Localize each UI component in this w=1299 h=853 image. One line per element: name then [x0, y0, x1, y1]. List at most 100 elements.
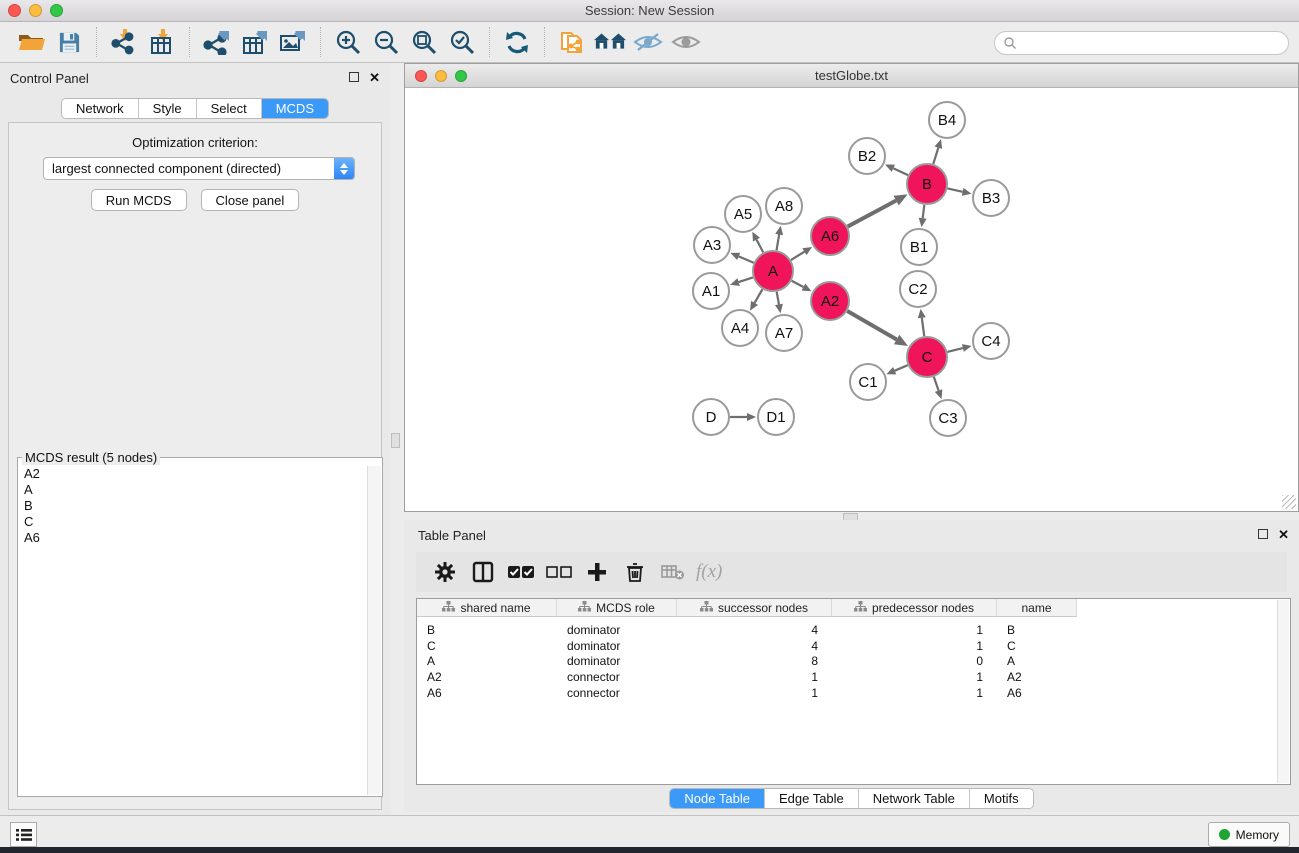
- table-cell[interactable]: C: [997, 639, 1077, 655]
- column-header-predecessor-nodes[interactable]: predecessor nodes: [832, 599, 997, 617]
- show-graphics-details-icon[interactable]: [670, 26, 702, 58]
- table-row[interactable]: Cdominator41C: [417, 639, 1276, 655]
- home-icon[interactable]: [594, 26, 626, 58]
- network-minimize-button[interactable]: [435, 70, 447, 82]
- edge-A-A4[interactable]: [755, 289, 763, 303]
- table-cell[interactable]: A2: [417, 670, 557, 686]
- resize-grip-icon[interactable]: [1282, 495, 1296, 509]
- node-table[interactable]: shared nameMCDS rolesuccessor nodesprede…: [416, 598, 1291, 785]
- table-float-panel-icon[interactable]: [1258, 528, 1268, 542]
- zoom-selected-icon[interactable]: [446, 26, 478, 58]
- network-window-titlebar[interactable]: testGlobe.txt: [405, 64, 1298, 88]
- import-network-icon[interactable]: [108, 26, 140, 58]
- mcds-result-item[interactable]: C: [20, 514, 366, 530]
- column-header-successor-nodes[interactable]: successor nodes: [677, 599, 832, 617]
- edge-A-A8[interactable]: [777, 235, 780, 251]
- split-columns-icon[interactable]: [468, 557, 498, 587]
- refresh-icon[interactable]: [501, 26, 533, 58]
- table-cell[interactable]: 0: [832, 654, 997, 670]
- tab-select[interactable]: Select: [197, 99, 262, 118]
- column-header-MCDS-role[interactable]: MCDS role: [557, 599, 677, 617]
- tab-network[interactable]: Network: [62, 99, 139, 118]
- edge-B-B2[interactable]: [893, 168, 908, 175]
- edge-C-C1[interactable]: [895, 365, 908, 370]
- edge-C-C4[interactable]: [947, 348, 962, 352]
- mcds-result-item[interactable]: A2: [20, 466, 366, 482]
- network-canvas[interactable]: B4B2BB3A8A5A6A3B1AC2A1A2A4A7C4CC1C3DD1: [406, 88, 1297, 510]
- hide-graphics-details-icon[interactable]: [632, 26, 664, 58]
- network-zoom-button[interactable]: [455, 70, 467, 82]
- export-network-icon[interactable]: [201, 26, 233, 58]
- edge-C-C2[interactable]: [922, 318, 924, 336]
- tab-edge-table[interactable]: Edge Table: [765, 789, 859, 808]
- column-header-name[interactable]: name: [997, 599, 1077, 617]
- close-panel-icon[interactable]: ✕: [369, 70, 380, 86]
- table-cell[interactable]: 1: [832, 639, 997, 655]
- tab-network-table[interactable]: Network Table: [859, 789, 970, 808]
- table-cell[interactable]: connector: [557, 686, 677, 702]
- table-cell[interactable]: B: [997, 623, 1077, 639]
- mcds-result-item[interactable]: A: [20, 482, 366, 498]
- close-panel-button[interactable]: Close panel: [201, 189, 300, 211]
- float-panel-icon[interactable]: [349, 71, 359, 85]
- table-cell[interactable]: A: [417, 654, 557, 670]
- tab-mcds[interactable]: MCDS: [262, 99, 328, 118]
- show-panels-button[interactable]: [10, 822, 37, 847]
- result-scrollbar[interactable]: [367, 466, 381, 795]
- table-close-panel-icon[interactable]: ✕: [1278, 527, 1289, 543]
- zoom-out-icon[interactable]: [370, 26, 402, 58]
- edge-A-A3[interactable]: [739, 256, 754, 262]
- table-cell[interactable]: A: [997, 654, 1077, 670]
- zoom-window-button[interactable]: [50, 4, 63, 17]
- vertical-splitter-handle[interactable]: [391, 433, 400, 448]
- table-cell[interactable]: 1: [677, 670, 832, 686]
- network-close-button[interactable]: [415, 70, 427, 82]
- open-file-icon[interactable]: [15, 26, 47, 58]
- edge-A-A6[interactable]: [791, 252, 805, 260]
- table-cell[interactable]: B: [417, 623, 557, 639]
- table-cell[interactable]: A2: [997, 670, 1077, 686]
- edge-A-A5[interactable]: [757, 240, 764, 253]
- tab-style[interactable]: Style: [139, 99, 197, 118]
- export-image-icon[interactable]: [277, 26, 309, 58]
- table-cell[interactable]: 8: [677, 654, 832, 670]
- search-input[interactable]: [994, 31, 1289, 55]
- table-cell[interactable]: dominator: [557, 623, 677, 639]
- delete-column-icon[interactable]: [620, 557, 650, 587]
- table-cell[interactable]: dominator: [557, 654, 677, 670]
- window-controls[interactable]: [8, 4, 63, 17]
- mcds-result-list[interactable]: A2ABCA6: [20, 466, 366, 794]
- table-cell[interactable]: 4: [677, 623, 832, 639]
- settings-gear-icon[interactable]: [430, 557, 460, 587]
- table-cell[interactable]: 1: [677, 686, 832, 702]
- table-row[interactable]: A2connector11A2: [417, 670, 1276, 686]
- close-window-button[interactable]: [8, 4, 21, 17]
- edge-B-B1[interactable]: [923, 205, 925, 218]
- edge-A-A7[interactable]: [777, 292, 779, 305]
- table-row[interactable]: Adominator80A: [417, 654, 1276, 670]
- deselect-all-checkboxes-icon[interactable]: [544, 557, 574, 587]
- edge-B-B4[interactable]: [933, 148, 938, 164]
- table-cell[interactable]: A6: [997, 686, 1077, 702]
- tab-motifs[interactable]: Motifs: [970, 789, 1033, 808]
- table-scrollbar[interactable]: [1277, 600, 1289, 783]
- select-all-checkboxes-icon[interactable]: [506, 557, 536, 587]
- table-cell[interactable]: C: [417, 639, 557, 655]
- table-cell[interactable]: 1: [832, 670, 997, 686]
- table-row[interactable]: Bdominator41B: [417, 623, 1276, 639]
- edge-A2-C[interactable]: [847, 311, 896, 340]
- minimize-window-button[interactable]: [29, 4, 42, 17]
- add-column-icon[interactable]: [582, 557, 612, 587]
- edge-A-A1[interactable]: [739, 277, 753, 282]
- memory-button[interactable]: Memory: [1208, 822, 1290, 847]
- export-table-icon[interactable]: [239, 26, 271, 58]
- table-cell[interactable]: 1: [832, 686, 997, 702]
- import-table-icon[interactable]: [146, 26, 178, 58]
- mcds-result-item[interactable]: B: [20, 498, 366, 514]
- table-cell[interactable]: 1: [832, 623, 997, 639]
- edge-B-B3[interactable]: [948, 188, 963, 191]
- optimization-criterion-select[interactable]: largest connected component (directed): [43, 157, 355, 180]
- edge-A6-B[interactable]: [848, 201, 897, 227]
- zoom-in-icon[interactable]: [332, 26, 364, 58]
- new-network-icon[interactable]: [556, 26, 588, 58]
